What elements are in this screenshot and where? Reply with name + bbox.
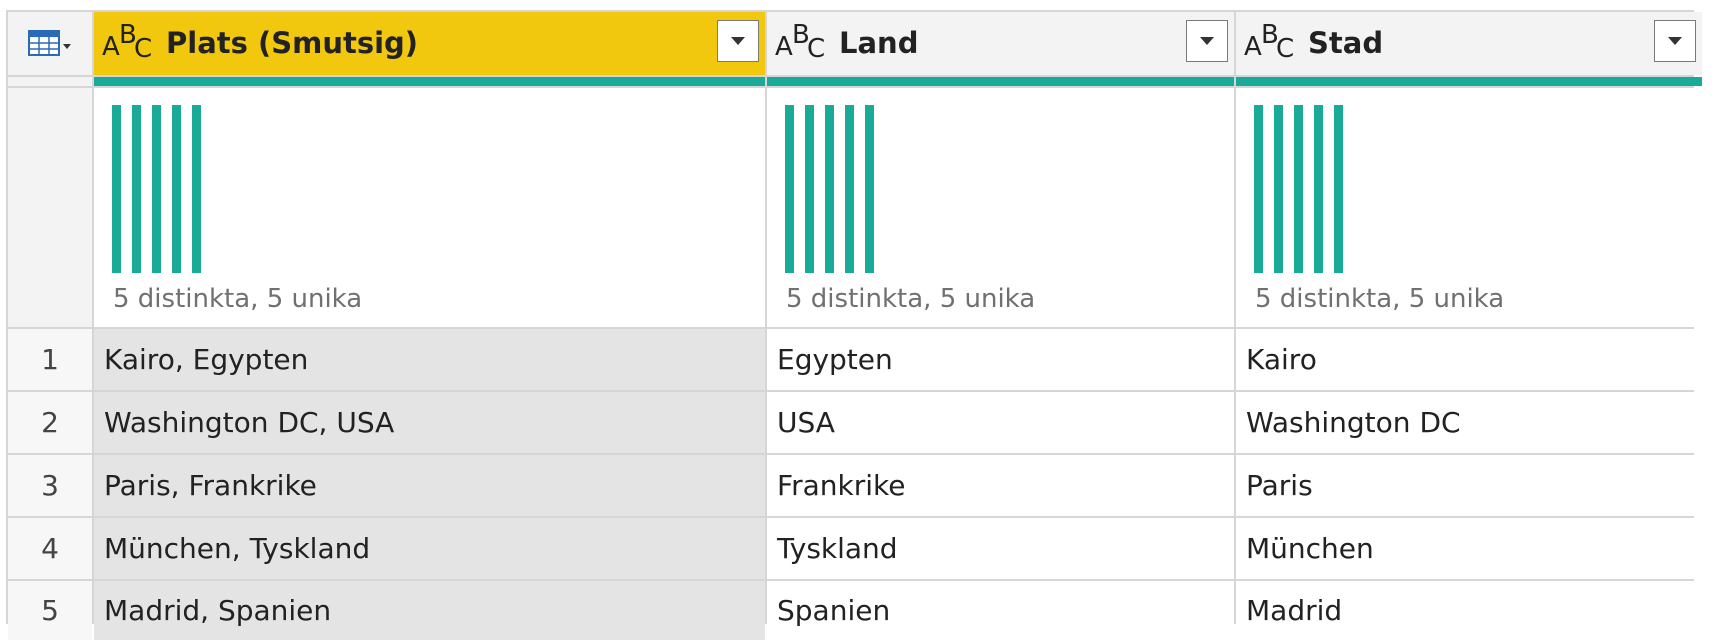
table-cell[interactable]: München, Tyskland [94,518,765,579]
table-cell[interactable]: Egypten [767,329,1234,390]
distribution-bar [865,105,874,273]
table-cell[interactable]: Madrid [1236,581,1702,640]
table-cell[interactable]: Washington DC, USA [94,392,765,453]
distribution-stats: 5 distinkta, 5 unika [786,284,1036,314]
row-number[interactable]: 2 [8,392,92,453]
table-menu-icon [28,29,71,56]
text-type-abc-icon: A B C [775,22,827,64]
distribution-chart [1254,105,1354,273]
chevron-down-icon [731,37,745,45]
column-distribution: 5 distinkta, 5 unika [1236,88,1702,327]
column-distribution: 5 distinkta, 5 unika [94,88,765,327]
table-cell[interactable]: Kairo, Egypten [94,329,765,390]
type-letter-a: A [775,32,793,62]
type-letter-a: A [102,32,120,62]
table-cell[interactable]: Tyskland [767,518,1234,579]
row-number[interactable]: 5 [8,581,92,640]
column-header-plats[interactable]: A B C Plats (Smutsig) [94,12,765,75]
distribution-chart [785,105,885,273]
distribution-bar [1294,105,1303,273]
column-quality-bar[interactable] [1236,77,1702,86]
distribution-stats: 5 distinkta, 5 unika [1255,284,1505,314]
table-cell[interactable]: Spanien [767,581,1234,640]
column-header-stad[interactable]: A B C Stad [1236,12,1702,75]
distribution-bar [1334,105,1343,273]
column-distribution: 5 distinkta, 5 unika [767,88,1234,327]
quality-bar-spacer [8,77,92,86]
column-filter-button[interactable] [717,20,759,62]
column-title: Stad [1308,26,1384,60]
text-type-abc-icon: A B C [102,22,154,64]
distribution-chart [112,105,212,273]
text-type-abc-icon: A B C [1244,22,1296,64]
row-number[interactable]: 4 [8,518,92,579]
distribution-bar [805,105,814,273]
row-number[interactable]: 1 [8,329,92,390]
table-cell[interactable]: Paris, Frankrike [94,455,765,516]
distribution-bar [845,105,854,273]
distribution-bar [1274,105,1283,273]
table-cell[interactable]: USA [767,392,1234,453]
distribution-bar [1314,105,1323,273]
column-quality-bar[interactable] [767,77,1234,86]
column-header-land[interactable]: A B C Land [767,12,1234,75]
type-letter-c: C [134,34,153,64]
table-cell[interactable]: Washington DC [1236,392,1702,453]
column-filter-button[interactable] [1654,20,1696,62]
distribution-bar [132,105,141,273]
chevron-down-icon [1668,37,1682,45]
type-letter-a: A [1244,32,1262,62]
table-menu-button[interactable] [8,12,92,75]
chevron-down-icon [1200,37,1214,45]
table-cell[interactable]: Kairo [1236,329,1702,390]
table-cell[interactable]: Madrid, Spanien [94,581,765,640]
table-cell[interactable]: Frankrike [767,455,1234,516]
distribution-bar [172,105,181,273]
type-letter-c: C [1276,34,1295,64]
column-title: Land [839,26,919,60]
table-cell[interactable]: München [1236,518,1702,579]
distribution-bar [152,105,161,273]
row-number[interactable]: 3 [8,455,92,516]
distribution-bar [825,105,834,273]
table-cell[interactable]: Paris [1236,455,1702,516]
data-grid: A B C Plats (Smutsig) A B C Land A B C S… [6,10,1702,640]
column-filter-button[interactable] [1186,20,1228,62]
distribution-stats: 5 distinkta, 5 unika [113,284,363,314]
distribution-bar [1254,105,1263,273]
distribution-bar [192,105,201,273]
column-title: Plats (Smutsig) [166,26,419,60]
distribution-bar [112,105,121,273]
type-letter-c: C [807,34,826,64]
distribution-bar [785,105,794,273]
profile-spacer [8,88,92,327]
column-quality-bar[interactable] [94,77,765,86]
